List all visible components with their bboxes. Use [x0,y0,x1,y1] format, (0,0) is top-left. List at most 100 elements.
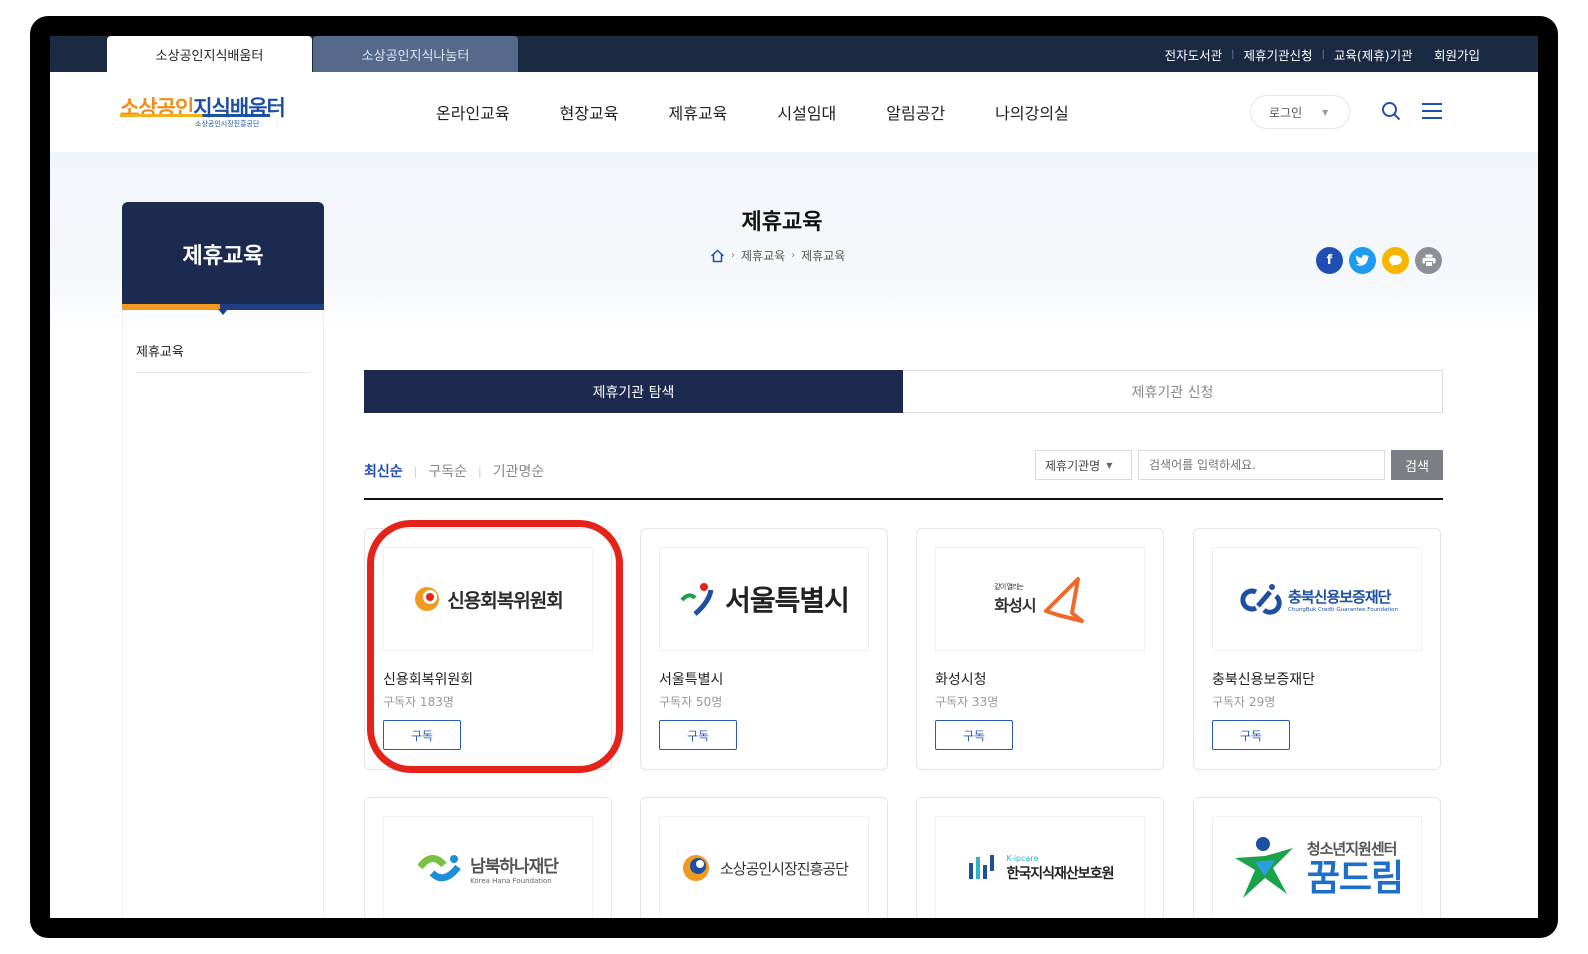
chevron-down-icon: ▼ [1322,107,1329,117]
device-frame: 소상공인지식배움터 소상공인지식나눔터 전자도서관 | 제휴기관신청 | 교육(… [30,16,1558,938]
partner-logo: 충북신용보증재단 ChungBuk Credit Guarantee Found… [1212,547,1422,651]
util-link-e-library[interactable]: 전자도서관 [1165,45,1223,64]
partner-logo-text: 남북하나재단 [470,856,559,877]
nav-partner-edu[interactable]: 제휴교육 [669,100,728,124]
sort-latest[interactable]: 최신순 [364,461,403,481]
kakaotalk-icon[interactable] [1382,247,1409,274]
chevron-right-icon: › [791,250,796,261]
divider: | [1321,48,1325,60]
subscriber-count: 구독자 33명 [935,695,999,709]
kipcare-logo-icon [968,855,994,879]
subscribe-button[interactable]: 구독 [1212,720,1290,750]
partner-logo: 서울특별시 [659,547,869,651]
partner-logo-subtext: Korea Hana Foundation [470,876,552,885]
login-label: 로그인 [1269,105,1303,120]
partner-logo: 같이 열리는 화성시 [935,547,1145,651]
sidebar-title: 제휴교육 [122,202,324,306]
partner-logo: K-ipcare 한국지식재산보호원 [935,816,1145,918]
subscriber-count: 구독자 50명 [659,695,723,709]
list-top-border [364,498,1443,500]
dream-center-logo-icon [1234,837,1293,898]
seoul-logo-icon [680,583,714,616]
partner-card[interactable]: 충북신용보증재단 ChungBuk Credit Guarantee Found… [1193,528,1441,770]
semas-logo-icon [682,855,709,881]
logo-subtext: 소상공인시장진흥공단 [195,120,260,128]
partner-logo: 청소년지원센터 꿈드림 [1212,816,1422,918]
nav-notice[interactable]: 알림공간 [886,100,945,124]
facebook-icon[interactable]: f [1316,247,1343,274]
nav-onsite-edu[interactable]: 현장교육 [560,100,619,124]
nav-facility-rental[interactable]: 시설임대 [777,100,836,124]
sort-options: 최신순 | 구독순 | 기관명순 [364,461,544,481]
caret-down-icon: ▼ [1106,460,1113,470]
partner-name: 화성시청 [935,672,987,688]
util-link-signup[interactable]: 회원가입 [1434,45,1480,64]
sidebar-item-partner-edu[interactable]: 제휴교육 [136,341,310,373]
header: 소상공인지식배움터 소상공인시장진흥공단 온라인교육 현장교육 제휴교육 시설임… [50,72,1538,152]
site-tab-sharing[interactable]: 소상공인지식나눔터 [313,36,518,72]
search-select-value: 제휴기관명 [1045,458,1101,473]
divider: | [478,464,482,478]
search-button[interactable]: 검색 [1391,450,1443,480]
login-button[interactable]: 로그인 ▼ [1250,95,1350,129]
divider: | [413,464,418,478]
korea-hana-logo-icon [418,855,461,882]
site-logo[interactable]: 소상공인지식배움터 소상공인시장진흥공단 [120,92,286,128]
chungbuk-logo-icon [1240,584,1282,615]
main-nav: 온라인교육 현장교육 제휴교육 시설임대 알림공간 나의강의실 [436,72,1069,152]
search-input[interactable] [1138,450,1385,480]
breadcrumb-item[interactable]: 제휴교육 [741,247,785,264]
breadcrumb-item[interactable]: 제휴교육 [801,247,845,264]
search-field-select[interactable]: 제휴기관명 ▼ [1035,450,1132,480]
partner-logo: 남북하나재단 Korea Hana Foundation [383,816,593,918]
print-icon[interactable] [1415,247,1442,274]
partner-name: 충북신용보증재단 [1212,672,1316,688]
site-tab-learning[interactable]: 소상공인지식배움터 [107,36,312,72]
partner-logo-subtext: K-ipcare [1006,853,1039,863]
partner-card[interactable]: K-ipcare 한국지식재산보호원 [916,797,1164,918]
partner-logo-text: 한국지식재산보호원 [1006,865,1115,882]
partner-logo-subtext: 청소년지원센터 [1306,839,1398,858]
util-link-partner-apply[interactable]: 제휴기관신청 [1243,45,1312,64]
partner-card[interactable]: 소상공인시장진흥공단 [640,797,888,918]
partner-logo-text: 화성시 [994,596,1036,615]
utility-links: 전자도서관 | 제휴기관신청 | 교육(제휴)기관 | 회원가입 [1165,36,1480,72]
partner-logo-subtext: ChungBuk Credit Guarantee Foundation [1288,606,1398,613]
nav-online-edu[interactable]: 온라인교육 [436,100,510,124]
chevron-right-icon: › [731,250,735,261]
sidebar-panel [122,310,324,918]
logo-underline [120,114,270,117]
hwaseong-logo-icon [1043,577,1084,623]
tab-partner-apply[interactable]: 제휴기관 신청 [903,370,1443,413]
partner-card[interactable]: 남북하나재단 Korea Hana Foundation [364,797,612,918]
partner-logo: 소상공인시장진흥공단 [659,816,869,918]
breadcrumb: › 제휴교육 › 제휴교육 [710,247,845,264]
partner-logo-slogan: 같이 열리는 [994,583,1023,591]
partner-logo-text: 소상공인시장진흥공단 [719,859,849,878]
search-icon[interactable] [1381,101,1401,121]
share-buttons: f [1316,247,1442,274]
page-title: 제휴교육 [741,210,823,235]
nav-my-classroom[interactable]: 나의강의실 [995,100,1069,124]
twitter-icon[interactable] [1349,247,1376,274]
partner-tabs: 제휴기관 탐색 제휴기관 신청 [364,370,1443,413]
partner-logo-text: 충북신용보증재단 [1288,587,1391,606]
home-icon[interactable] [710,248,725,263]
sort-subscribers[interactable]: 구독순 [428,461,467,481]
partner-card[interactable]: 청소년지원센터 꿈드림 [1193,797,1441,918]
partner-name: 서울특별시 [659,672,724,688]
partner-logo-text: 서울특별시 [725,584,850,617]
tab-partner-explore[interactable]: 제휴기관 탐색 [364,370,903,413]
top-bar: 소상공인지식배움터 소상공인지식나눔터 전자도서관 | 제휴기관신청 | 교육(… [50,36,1538,72]
highlight-annotation [367,520,623,773]
util-link-edu-institutions[interactable]: 교육(제휴)기관 [1334,45,1413,64]
partner-card[interactable]: 서울특별시 서울특별시 구독자 50명 구독 [640,528,888,770]
sort-name[interactable]: 기관명순 [493,461,545,481]
subscribe-button[interactable]: 구독 [935,720,1013,750]
hamburger-menu-icon[interactable] [1422,103,1442,119]
partner-logo-text: 꿈드림 [1306,857,1404,899]
divider: | [1231,48,1235,60]
subscribe-button[interactable]: 구독 [659,720,737,750]
partner-card[interactable]: 같이 열리는 화성시 화성시청 구독자 33명 구독 [916,528,1164,770]
subscriber-count: 구독자 29명 [1212,695,1276,709]
